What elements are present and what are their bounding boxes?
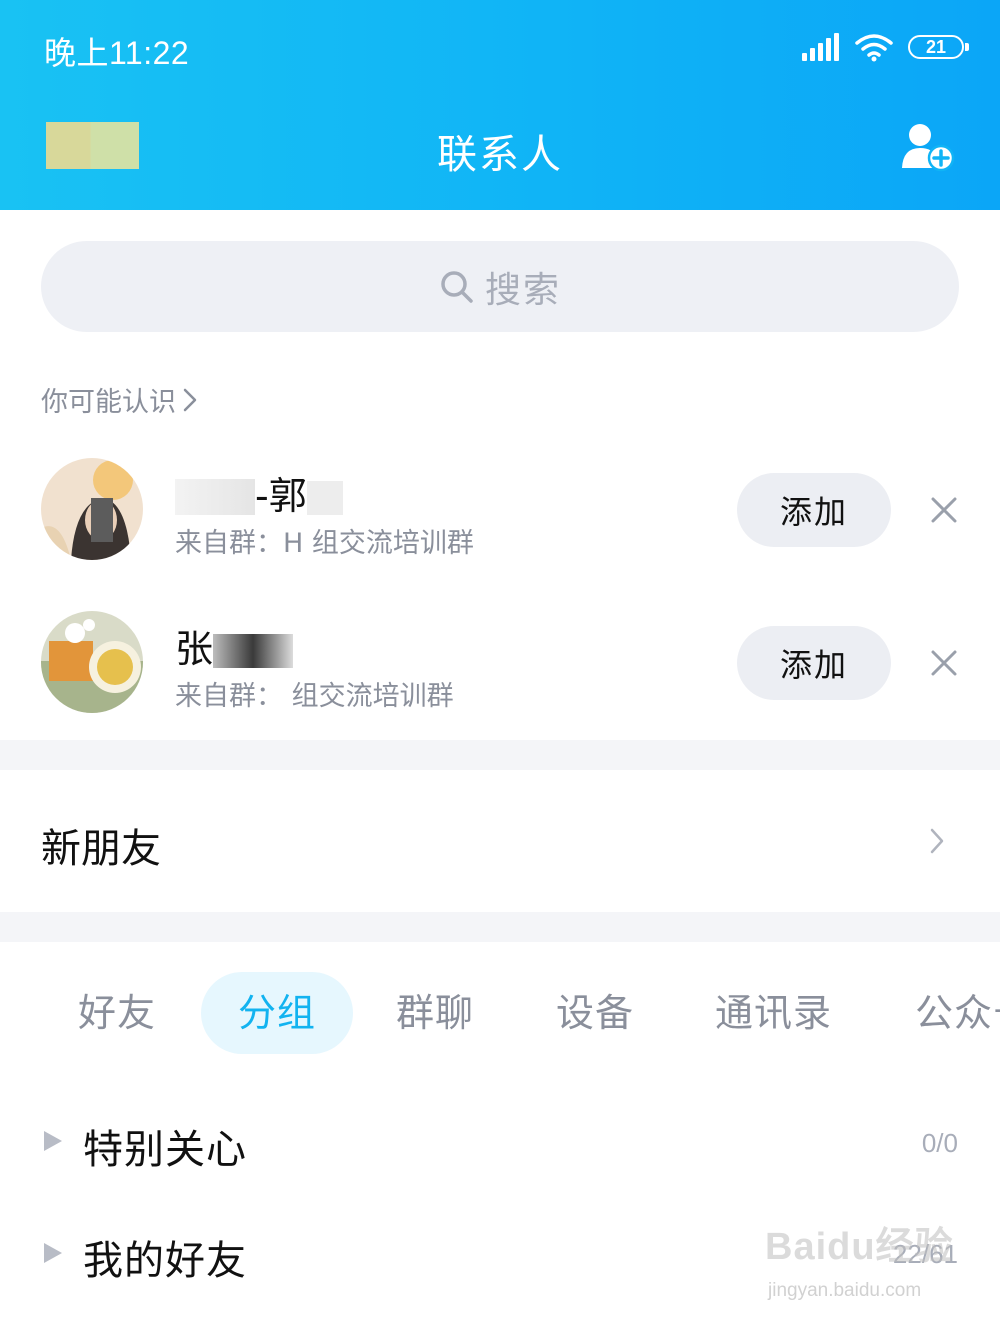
add-button[interactable]: 添加 [737,626,891,700]
new-friends-label: 新朋友 [41,826,161,872]
tab-group-chats[interactable]: 群聊 [396,972,474,1054]
page-title: 联系人 [437,132,563,178]
section-divider [0,912,1000,942]
avatar[interactable] [41,611,143,713]
new-friends-row[interactable]: 新朋友 [0,770,1000,912]
may-know-header[interactable]: 你可能认识 [41,380,198,419]
signal-icon [802,33,840,61]
search-icon [441,270,473,303]
group-count: 0/0 [921,1128,958,1158]
battery-icon: 21 [908,35,969,59]
section-divider [0,740,1000,770]
blurred-text [306,481,343,515]
search-placeholder: 搜索 [484,269,561,311]
search-bar[interactable]: 搜索 [41,241,959,332]
add-contact-button[interactable] [900,122,958,174]
add-button[interactable]: 添加 [737,473,891,547]
group-name: 特别关心 [83,1127,247,1173]
battery-level: 21 [925,36,947,57]
group-item-special[interactable]: 特别关心 0/0 [0,1092,1000,1192]
suggestion-source: 来自群：H 组交流培训群 [175,528,474,559]
close-icon[interactable] [928,494,960,526]
tab-groups[interactable]: 分组 [201,972,353,1054]
tab-address-book[interactable]: 通讯录 [715,972,832,1054]
watermark-url: jingyan.baidu.com [768,1280,922,1301]
blurred-text [213,634,294,668]
watermark-logo: Baidu经验 [765,1226,954,1268]
may-know-title: 你可能认识 [41,387,176,418]
suggestion-name: 张 [175,618,294,673]
tab-devices[interactable]: 设备 [556,972,634,1054]
add-person-icon [902,124,955,172]
chevron-right-icon [930,828,944,854]
expand-arrow-icon [44,1243,62,1263]
tab-friends[interactable]: 好友 [78,972,156,1054]
expand-arrow-icon [44,1131,62,1151]
suggestion-item[interactable]: 张 来自群： 组交流培训群 添加 [0,598,1000,728]
close-icon[interactable] [928,647,960,679]
avatar-image [41,458,143,560]
status-time: 晚上11:22 [44,35,190,71]
avatar[interactable] [41,458,143,560]
chevron-right-icon [183,388,197,411]
header-bar: 晚上11:22 21 联系人 [0,0,1000,210]
status-icons: 21 [802,30,969,64]
contacts-tabs: 好友 分组 群聊 设备 通讯录 公众号 [0,972,1000,1056]
blurred-text [175,479,255,515]
avatar-image [41,611,143,713]
suggestion-item[interactable]: -郭 来自群：H 组交流培训群 添加 [0,445,1000,575]
wifi-icon [855,34,893,62]
suggestion-source: 来自群： 组交流培训群 [175,681,454,712]
group-name: 我的好友 [83,1238,247,1284]
suggestion-name: -郭 [175,465,343,520]
tab-official-accounts[interactable]: 公众号 [915,972,1000,1054]
